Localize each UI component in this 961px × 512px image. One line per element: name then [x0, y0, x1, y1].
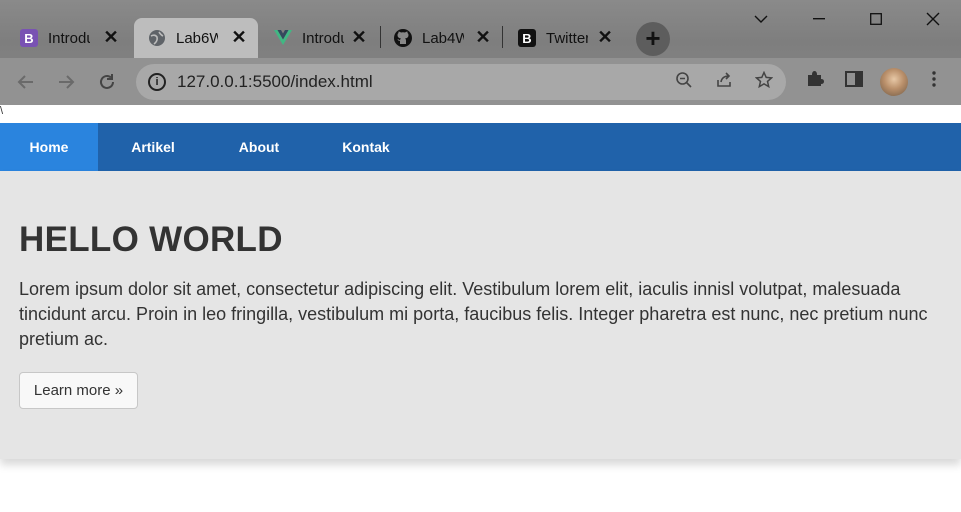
extensions-icon[interactable] — [803, 69, 827, 93]
tab-title: Twitter — [546, 29, 588, 47]
browser-tab[interactable]: Introduction ✕ — [254, 18, 378, 58]
learn-more-button[interactable]: Learn more » — [19, 372, 138, 409]
tab-title: Introduction — [302, 29, 344, 47]
bootstrap-icon: B — [518, 29, 536, 47]
page-viewport: \ Home Artikel About Kontak HELLO WORLD … — [0, 105, 961, 512]
browser-toolbar: i 127.0.0.1:5500/index.html — [0, 58, 961, 105]
minimize-icon[interactable] — [796, 0, 842, 38]
profile-avatar[interactable] — [880, 68, 908, 96]
bookmark-star-icon[interactable] — [753, 70, 775, 93]
side-panel-icon[interactable] — [842, 69, 866, 93]
hero-text: Lorem ipsum dolor sit amet, consectetur … — [19, 279, 928, 349]
hero-title: HELLO WORLD — [19, 220, 283, 259]
back-arrow-icon[interactable] — [12, 68, 40, 96]
site-info-icon[interactable]: i — [148, 73, 166, 91]
github-icon — [394, 29, 412, 47]
close-icon[interactable]: ✕ — [350, 28, 368, 46]
tab-search-icon[interactable] — [738, 0, 784, 38]
new-tab-button[interactable]: + — [636, 22, 670, 56]
browser-tab[interactable]: Lab4Web ✕ — [374, 18, 502, 58]
address-bar[interactable]: i 127.0.0.1:5500/index.html — [136, 64, 786, 100]
nav-kontak[interactable]: Kontak — [310, 123, 422, 171]
browser-tab[interactable]: B Introduction ✕ — [0, 18, 130, 58]
nav-artikel[interactable]: Artikel — [98, 123, 208, 171]
bootstrap-icon: B — [20, 29, 38, 47]
forward-arrow-icon[interactable] — [52, 68, 80, 96]
close-icon[interactable]: ✕ — [474, 28, 492, 46]
tab-strip: B Introduction ✕ Lab6Web ✕ Introduction … — [0, 0, 961, 58]
vue-icon — [274, 29, 292, 47]
maximize-icon[interactable] — [853, 0, 899, 38]
reload-icon[interactable] — [93, 68, 121, 96]
browser-tab[interactable]: B Twitter ✕ — [498, 18, 624, 58]
share-icon[interactable] — [713, 71, 735, 93]
browser-chrome: B Introduction ✕ Lab6Web ✕ Introduction … — [0, 0, 961, 105]
stray-text: \ — [0, 105, 4, 117]
nav-home[interactable]: Home — [0, 123, 98, 171]
menu-kebab-icon[interactable] — [922, 69, 946, 93]
tab-title: Introduction — [48, 29, 90, 47]
zoom-icon[interactable] — [673, 71, 695, 93]
browser-tab-active[interactable]: Lab6Web ✕ — [134, 18, 258, 58]
close-icon[interactable]: ✕ — [102, 28, 120, 46]
url-text[interactable]: 127.0.0.1:5500/index.html — [177, 72, 373, 92]
nav-about[interactable]: About — [208, 123, 310, 171]
globe-icon — [148, 29, 166, 47]
close-icon[interactable]: ✕ — [230, 28, 248, 46]
hero-section: HELLO WORLD Lorem ipsum dolor sit amet, … — [0, 171, 961, 459]
close-icon[interactable]: ✕ — [596, 28, 614, 46]
tab-title: Lab4Web — [422, 29, 464, 47]
tab-title: Lab6Web — [176, 29, 218, 47]
close-window-icon[interactable] — [910, 0, 956, 38]
main-navbar: Home Artikel About Kontak — [0, 123, 961, 171]
